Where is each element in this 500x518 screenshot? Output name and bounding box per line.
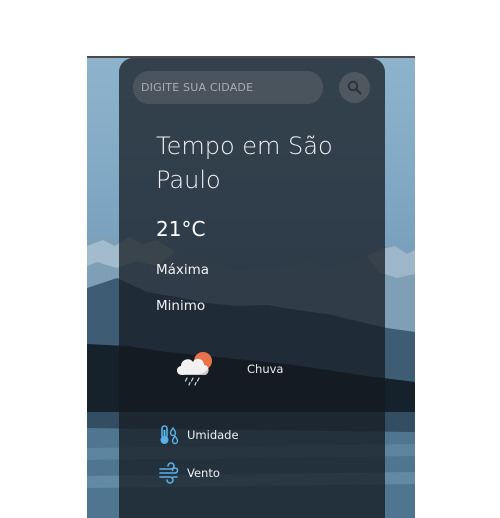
min-temperature-label: Minimo [156,298,206,314]
wind-icon [159,462,179,484]
city-search-input[interactable] [133,71,323,104]
weather-card: Tempo em São Paulo 21°C Máxima Minimo Ch… [119,58,385,518]
rain-cloud-sun-icon [176,352,212,386]
search-icon [347,80,362,95]
city-title: Tempo em São Paulo [156,132,333,194]
wind-label: Vento [187,466,220,480]
temperature-value: 21°C [156,217,206,241]
humidity-label: Umidade [187,428,239,442]
search-button[interactable] [339,72,370,103]
app-viewport: Tempo em São Paulo 21°C Máxima Minimo Ch… [0,0,500,518]
max-temperature-label: Máxima [156,262,210,278]
weather-condition-label: Chuva [247,362,284,376]
thermometer-droplets-icon [160,425,179,445]
